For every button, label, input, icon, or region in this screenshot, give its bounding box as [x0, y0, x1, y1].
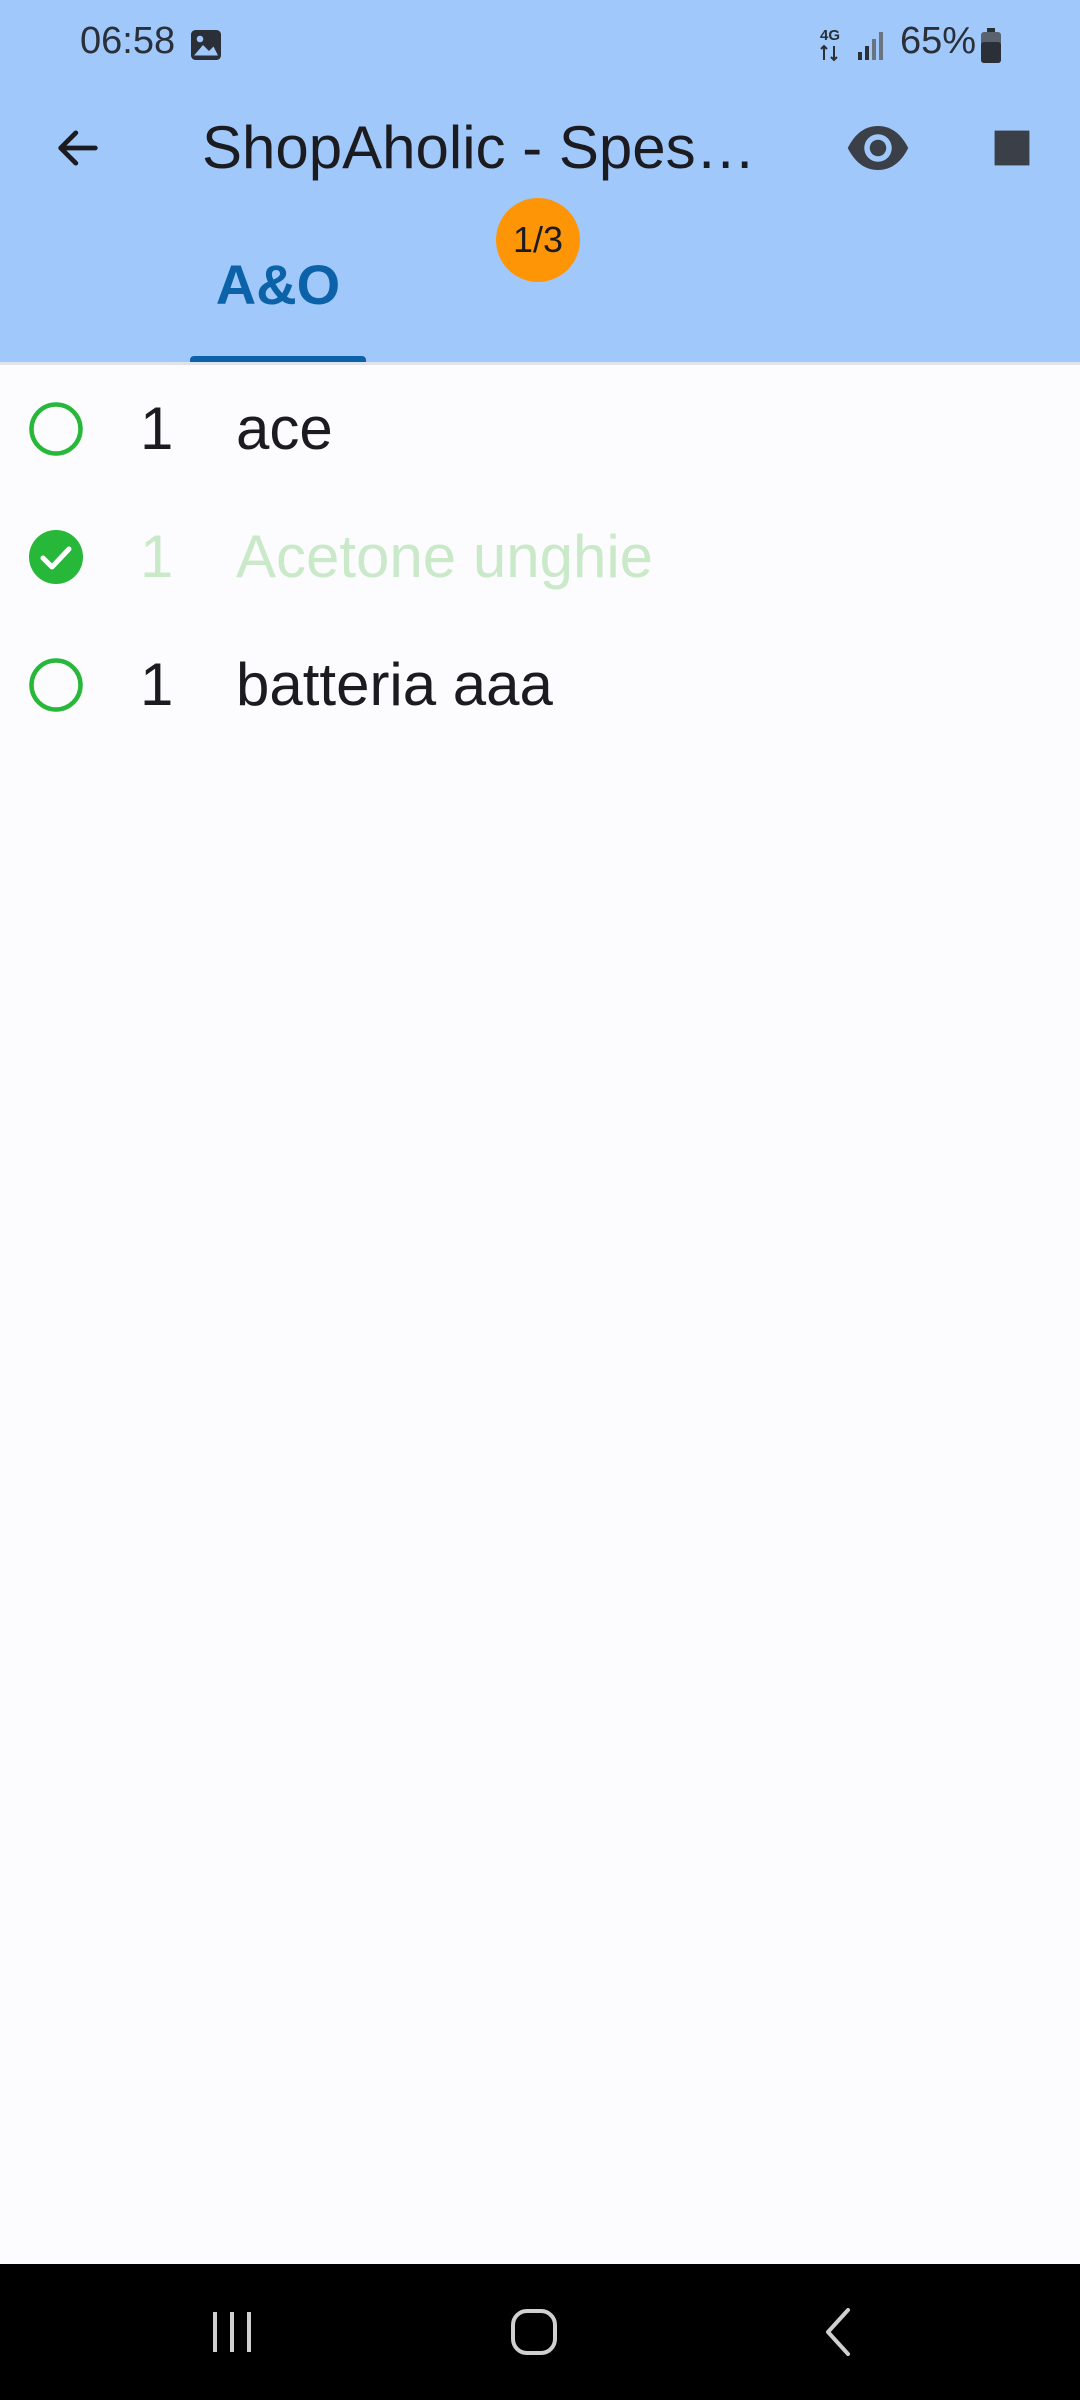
- toolbar: ShopAholic - Spes…: [0, 88, 1080, 208]
- home-icon: [511, 2309, 557, 2355]
- page-title: ShopAholic - Spes…: [202, 114, 756, 181]
- signal-icon: 4G: [820, 27, 883, 62]
- system-back-button[interactable]: [788, 2292, 888, 2372]
- back-arrow-icon: [58, 130, 98, 166]
- shopping-list: 1 ace 1 Acetone unghie 1 batteria aaa: [0, 365, 1080, 749]
- item-name: ace: [236, 395, 333, 462]
- toggle-visibility-button[interactable]: [836, 110, 920, 186]
- status-bar: 06:58 4G 65%: [0, 0, 1080, 88]
- item-name: batteria aaa: [236, 651, 553, 718]
- battery-icon: [981, 28, 1001, 63]
- tab-a-and-o[interactable]: A&O 1/3: [190, 198, 580, 362]
- list-item[interactable]: 1 Acetone unghie: [0, 493, 1080, 621]
- unchecked-circle-icon[interactable]: [28, 401, 84, 457]
- item-quantity: 1: [140, 395, 174, 462]
- stop-icon: [994, 130, 1030, 166]
- back-button[interactable]: [40, 110, 116, 186]
- tab-badge: 1/3: [496, 198, 580, 282]
- tab-bar: A&O 1/3: [0, 198, 1080, 362]
- recents-button[interactable]: [182, 2292, 282, 2372]
- checked-circle-icon[interactable]: [28, 529, 84, 585]
- network-type-label: 4G: [820, 27, 840, 44]
- item-quantity: 1: [140, 651, 174, 718]
- stop-button[interactable]: [974, 110, 1050, 186]
- list-item[interactable]: 1 batteria aaa: [0, 621, 1080, 749]
- system-nav-bar: [0, 2264, 1080, 2400]
- item-quantity: 1: [140, 523, 174, 590]
- item-name: Acetone unghie: [236, 523, 654, 590]
- battery-percent: 65%: [900, 20, 977, 62]
- recents-icon: [213, 2312, 251, 2352]
- app-bar: 06:58 4G 65% ShopAholic - Spes… A&O 1/3: [0, 0, 1080, 362]
- back-icon: [826, 2308, 850, 2356]
- unchecked-circle-icon[interactable]: [28, 657, 84, 713]
- status-time: 06:58: [80, 20, 176, 62]
- gallery-icon: [191, 30, 221, 60]
- tab-label: A&O: [215, 253, 341, 316]
- home-button[interactable]: [484, 2292, 584, 2372]
- eye-icon: [847, 126, 909, 170]
- list-item[interactable]: 1 ace: [0, 365, 1080, 493]
